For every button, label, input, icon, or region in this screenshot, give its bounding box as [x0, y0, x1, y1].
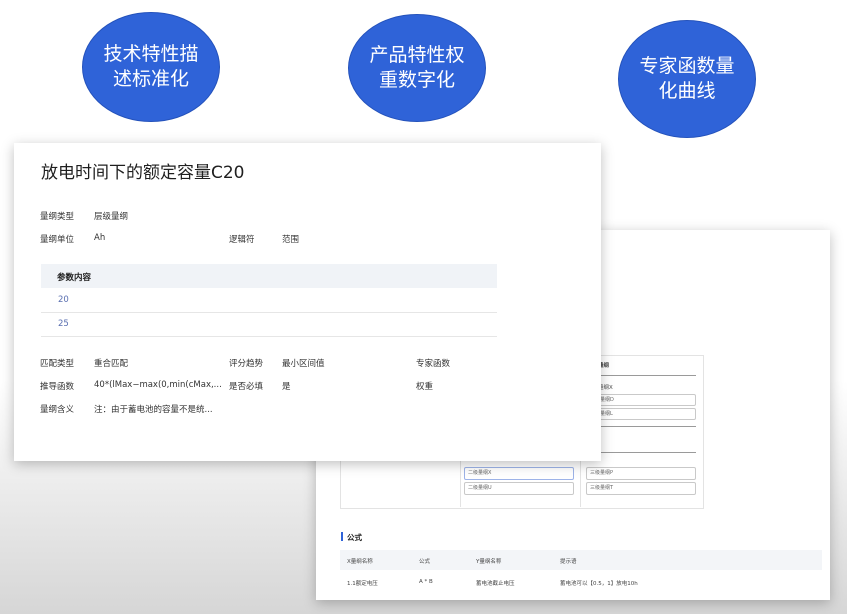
bubble-1-line2: 述标准化 — [112, 68, 189, 90]
min-interval-label: 最小区间值 — [282, 359, 325, 369]
th-hint: 提示语 — [560, 559, 577, 565]
formula-accent-bar — [341, 532, 343, 541]
dimension-type-value: 层级量纲 — [94, 212, 129, 222]
bubble-3-line2: 化曲线 — [658, 80, 716, 102]
params-row: 20 — [41, 288, 497, 313]
expert-function-label: 专家函数 — [416, 359, 451, 369]
bubble-2-line2: 重数字化 — [378, 69, 455, 91]
unit-label: 量纲单位 — [40, 235, 75, 245]
meaning-label: 量纲含义 — [40, 405, 75, 415]
match-type-value: 重合匹配 — [94, 359, 129, 369]
derive-function-label: 推导函数 — [40, 382, 75, 392]
required-value: 是 — [282, 382, 291, 392]
front-card-dimension-detail: 放电时间下的额定容量C20 量纲类型 层级量纲 量纲单位 Ah 逻辑符 范围 参… — [14, 143, 601, 461]
bubble-2-line1: 产品特性权 — [369, 44, 465, 66]
params-table-header: 参数内容 — [41, 264, 497, 288]
level2-x-box[interactable]: 二级量纲X — [464, 467, 574, 480]
bubble-tech-standardization: 技术特性描 述标准化 — [82, 12, 220, 122]
required-label: 是否必填 — [229, 382, 264, 392]
formula-table-header — [340, 550, 822, 570]
unit-value: Ah — [94, 233, 106, 243]
logic-label: 逻辑符 — [229, 235, 255, 245]
param-value-2: 25 — [58, 319, 69, 329]
bubble-3-line1: 专家函数量 — [639, 55, 735, 77]
param-value-1: 20 — [58, 295, 69, 305]
td-y-name: 蓄电池截止电压 — [476, 581, 515, 587]
th-y-name: Y量纲名称 — [476, 559, 502, 565]
params-header-label: 参数内容 — [57, 273, 92, 283]
logic-value: 范围 — [282, 235, 300, 245]
params-row: 25 — [41, 312, 497, 337]
level3-t-box[interactable]: 三级量纲T — [586, 482, 696, 495]
match-type-label: 匹配类型 — [40, 359, 75, 369]
dimension-d-box[interactable]: 量纲D — [596, 394, 696, 406]
bubble-weight-digitization: 产品特性权 重数字化 — [348, 14, 486, 122]
th-x-name: X量纲名称 — [347, 559, 373, 565]
bubble-expert-function: 专家函数量 化曲线 — [618, 20, 756, 138]
meaning-value: 注：由于蓄电池的容量不是统... — [94, 405, 213, 415]
page-title: 放电时间下的额定容量C20 — [41, 163, 245, 183]
dimension-type-label: 量纲类型 — [40, 212, 75, 222]
formula-title: 公式 — [347, 533, 362, 542]
td-formula: A * B — [419, 579, 433, 585]
level3-p-box[interactable]: 三级量纲P — [586, 467, 696, 480]
td-hint: 蓄电池可以【0.5，1】放电10h — [560, 581, 638, 587]
derive-function-value: 40*(lMax−max(0,min(cMax,... — [94, 380, 222, 390]
weight-label: 权重 — [416, 382, 434, 392]
level2-u-box[interactable]: 二级量纲U — [464, 482, 574, 495]
bubble-1-line1: 技术特性描 — [103, 43, 199, 65]
dimension-l-box[interactable]: 量纲L — [596, 408, 696, 420]
td-x-name: 1.1额定电压 — [347, 581, 378, 587]
trend-label: 评分趋势 — [229, 359, 264, 369]
th-formula: 公式 — [419, 559, 431, 565]
